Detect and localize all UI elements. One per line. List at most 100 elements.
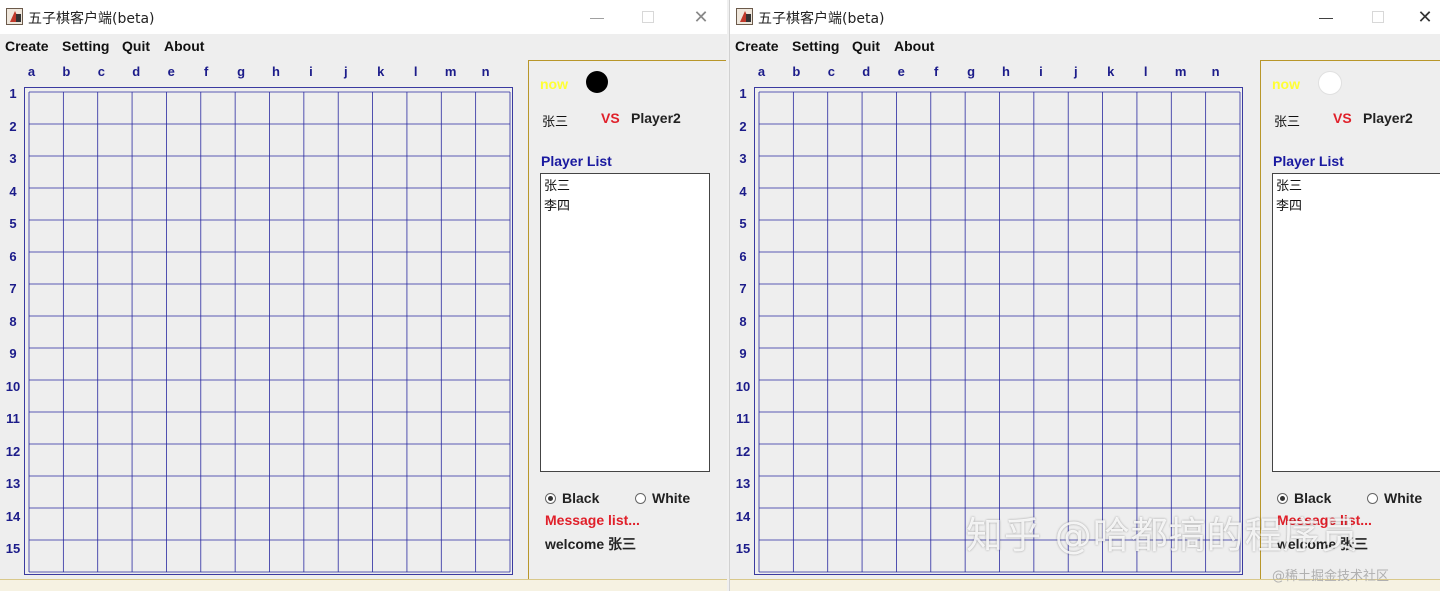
player-list-item[interactable]: 张三 (544, 177, 706, 197)
column-label-b: b (792, 64, 801, 79)
row-label-1: 1 (9, 86, 17, 101)
radio-white-indicator (1367, 493, 1378, 504)
window-title: 五子棋客户端(beta) (28, 11, 155, 27)
message-list-title: Message list... (545, 512, 640, 528)
menu-bar: Create Setting Quit About (730, 35, 1440, 57)
player2-name: Player2 (1363, 110, 1413, 126)
maximize-icon (642, 11, 654, 23)
row-label-8: 8 (739, 313, 747, 329)
column-label-m: m (1174, 64, 1187, 79)
maximize-button[interactable] (1367, 6, 1389, 28)
column-label-d: d (132, 64, 141, 79)
java-app-icon (736, 8, 753, 25)
column-label-j: j (1074, 64, 1078, 79)
column-label-e: e (897, 64, 905, 79)
player-list-title: Player List (1273, 153, 1344, 169)
row-label-3: 3 (739, 151, 747, 167)
gomoku-window-right: 五子棋客户端(beta) — ✕ Create Setting Quit Abo… (729, 0, 1440, 591)
column-label-l: l (413, 64, 418, 79)
row-label-12: 12 (735, 443, 751, 459)
column-label-d: d (862, 64, 871, 79)
close-button[interactable]: ✕ (1414, 6, 1436, 28)
menu-quit[interactable]: Quit (852, 38, 880, 54)
row-label-6: 6 (9, 248, 17, 264)
row-label-14: 14 (735, 508, 751, 524)
radio-white-label: White (1384, 490, 1423, 506)
row-label-5: 5 (739, 216, 747, 232)
row-label-14: 14 (5, 508, 21, 524)
column-label-n: n (1211, 64, 1220, 79)
status-strip (0, 579, 727, 591)
radio-white[interactable]: White (1367, 490, 1422, 506)
column-label-g: g (967, 64, 976, 79)
column-label-b: b (62, 64, 71, 79)
menu-setting[interactable]: Setting (792, 38, 839, 54)
vs-label: VS (1333, 110, 1352, 126)
radio-white-indicator (635, 493, 646, 504)
row-label-4: 4 (9, 183, 17, 199)
gomoku-board[interactable] (754, 87, 1243, 575)
title-bar[interactable]: 五子棋客户端(beta) — ✕ (730, 0, 1440, 34)
menu-setting[interactable]: Setting (62, 38, 109, 54)
radio-black-indicator (545, 493, 556, 504)
player1-name: 张三 (542, 115, 569, 130)
column-label-a: a (27, 64, 36, 79)
radio-black[interactable]: Black (1277, 490, 1331, 506)
close-button[interactable]: ✕ (690, 6, 712, 28)
radio-black-label: Black (562, 490, 600, 506)
row-label-13: 13 (5, 476, 21, 492)
player-list-item[interactable]: 张三 (1276, 177, 1438, 197)
radio-black[interactable]: Black (545, 490, 599, 506)
row-label-6: 6 (739, 248, 747, 264)
menu-about[interactable]: About (894, 38, 934, 54)
column-label-j: j (344, 64, 348, 79)
column-label-k: k (1107, 64, 1115, 79)
player-list-item[interactable]: 李四 (1276, 197, 1438, 217)
now-turn-label: now (1272, 76, 1300, 92)
menu-quit[interactable]: Quit (122, 38, 150, 54)
column-label-f: f (203, 64, 209, 79)
vs-label: VS (601, 110, 620, 126)
side-panel: now 张三 VS Player2 Player List 张三 李四 Blac… (528, 60, 726, 580)
player-list-item[interactable]: 李四 (544, 197, 706, 217)
current-turn-stone-white (1318, 71, 1342, 95)
menu-bar: Create Setting Quit About (0, 35, 727, 57)
watermark: 知乎 @哈都搞的程序员 (966, 514, 1359, 557)
column-label-i: i (1039, 64, 1043, 79)
board-grid (758, 91, 1241, 573)
row-label-9: 9 (9, 346, 17, 362)
player-list[interactable]: 张三 李四 (1272, 173, 1440, 472)
row-label-11: 11 (736, 411, 750, 427)
column-label-c: c (827, 64, 835, 79)
minimize-button[interactable]: — (1315, 6, 1337, 28)
row-label-15: 15 (5, 541, 21, 557)
board-grid (28, 91, 511, 573)
menu-create[interactable]: Create (5, 38, 49, 54)
row-label-7: 7 (9, 281, 17, 297)
row-label-10: 10 (735, 378, 751, 394)
column-label-i: i (309, 64, 313, 79)
column-label-h: h (1002, 64, 1010, 79)
title-bar[interactable]: 五子棋客户端(beta) — ✕ (0, 0, 727, 34)
player-list[interactable]: 张三 李四 (540, 173, 710, 472)
menu-about[interactable]: About (164, 38, 204, 54)
gomoku-board[interactable] (24, 87, 513, 575)
column-label-m: m (444, 64, 457, 79)
board-area: abcdefghijklmn 1 2 3 4 5 6 7 8 9 10 11 12 13 14 15 (730, 60, 1258, 580)
column-label-k: k (377, 64, 385, 79)
radio-white[interactable]: White (635, 490, 690, 506)
column-label-g: g (237, 64, 246, 79)
board-area: abcdefghijklmn 1 2 3 4 5 6 7 8 9 10 11 12 13 14 15 (0, 60, 528, 580)
row-label-12: 12 (5, 443, 21, 459)
row-label-8: 8 (9, 313, 17, 329)
column-label-c: c (97, 64, 105, 79)
maximize-icon (1372, 11, 1384, 23)
minimize-button[interactable]: — (586, 6, 608, 28)
gomoku-window-left: 五子棋客户端(beta) — ✕ Create Setting Quit Abo… (0, 0, 727, 591)
current-turn-stone-black (586, 71, 608, 93)
row-label-5: 5 (9, 216, 17, 232)
radio-black-indicator (1277, 493, 1288, 504)
now-turn-label: now (540, 76, 568, 92)
menu-create[interactable]: Create (735, 38, 779, 54)
maximize-button[interactable] (637, 6, 659, 28)
